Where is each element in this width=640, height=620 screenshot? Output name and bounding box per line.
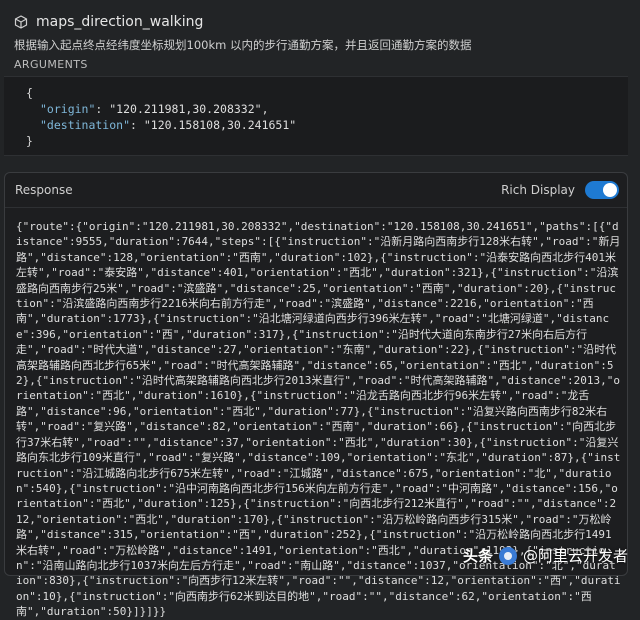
origin-key: "origin" [40, 102, 96, 116]
args-origin-line: "origin": "120.211981,30.208332", [40, 102, 269, 116]
args-open-brace: { [26, 86, 33, 100]
watermark-brand: 头条 [462, 547, 493, 565]
toggle-knob [603, 183, 617, 197]
arguments-label: ARGUMENTS [14, 58, 88, 71]
alibaba-cloud-logo-icon [498, 546, 517, 565]
args-destination-line: "destination": "120.158108,30.241651" [40, 118, 297, 132]
destination-key: "destination" [40, 118, 131, 132]
rich-display-label: Rich Display [501, 183, 575, 197]
watermark: 头条 @阿里云开发者 [463, 545, 628, 566]
arguments-code-block: { "origin": "120.211981,30.208332", "des… [4, 76, 628, 156]
response-panel: Response Rich Display {"route":{"origin"… [4, 172, 628, 618]
destination-value: "120.158108,30.241651" [143, 118, 297, 132]
origin-value: "120.211981,30.208332" [109, 102, 262, 116]
tool-header: maps_direction_walking 根据输入起点终点经纬度坐标规划10… [14, 12, 626, 53]
tool-description: 根据输入起点终点经纬度坐标规划100km 以内的步行通勤方案，并且返回通勤方案的… [14, 38, 472, 52]
args-close-brace: } [26, 134, 33, 148]
response-header: Response Rich Display [5, 173, 627, 208]
tool-title-row: maps_direction_walking [14, 12, 626, 32]
rich-display-toggle[interactable] [585, 181, 619, 199]
response-label: Response [15, 183, 73, 197]
cube-icon [14, 15, 28, 29]
watermark-handle: @阿里云开发者 [522, 547, 628, 565]
tool-name: maps_direction_walking [36, 14, 204, 30]
